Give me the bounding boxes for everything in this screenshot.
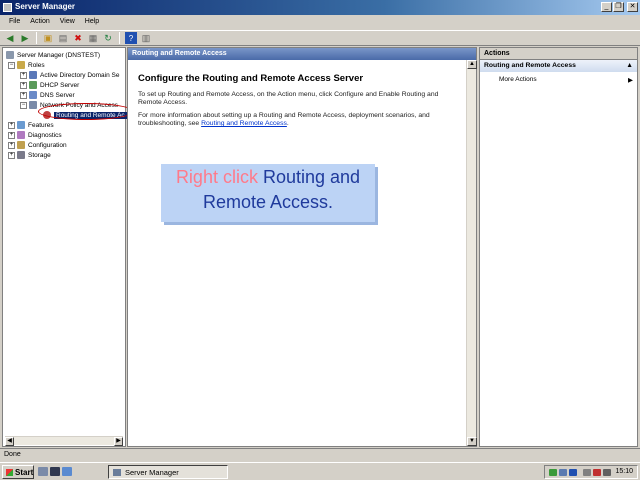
expand-icon[interactable]: +	[20, 81, 27, 89]
actions-header: Actions	[480, 48, 637, 60]
more-actions-item[interactable]: More Actions ▶	[480, 72, 637, 84]
taskbar: Start Server Manager 15:10	[0, 462, 640, 480]
actions-pane: Actions Routing and Remote Access ▲ More…	[479, 47, 638, 447]
status-bar: Done	[0, 448, 640, 461]
volume-icon[interactable]	[603, 469, 611, 476]
result-pane-body: Configure the Routing and Remote Access …	[128, 60, 466, 446]
display-icon[interactable]	[583, 469, 591, 476]
callout-action: Right click	[175, 167, 258, 187]
features-icon	[17, 121, 25, 129]
server-manager-icon	[113, 469, 121, 476]
expand-icon[interactable]: +	[20, 91, 27, 99]
result-pane: Routing and Remote Access Configure the …	[127, 47, 477, 447]
toolbar: ◀ ▶ ▣ ▤ ✖ ▦ ↻ ? ▥	[0, 30, 640, 46]
tree-horizontal-scrollbar[interactable]: ◀ ▶	[5, 436, 123, 446]
roles-icon	[17, 61, 25, 69]
network-policy-icon	[29, 101, 37, 109]
menu-view[interactable]: View	[55, 16, 80, 29]
server-icon	[6, 51, 14, 59]
result-pane-header: Routing and Remote Access	[128, 48, 476, 60]
expand-icon[interactable]: +	[8, 151, 15, 159]
minimize-button[interactable]: _	[601, 2, 612, 12]
back-icon[interactable]: ◀	[4, 32, 16, 44]
toolbar-separator	[119, 32, 120, 44]
explorer-quicklaunch-icon[interactable]	[62, 467, 72, 476]
annotation-circle	[38, 103, 134, 120]
page-title: Configure the Routing and Remote Access …	[138, 73, 364, 84]
expand-icon[interactable]: +	[8, 141, 15, 149]
diagnostics-icon	[17, 131, 25, 139]
clock[interactable]: 15:10	[615, 468, 633, 475]
tree-item-dhcp[interactable]: + DHCP Server	[20, 80, 79, 90]
tree-item-roles[interactable]: − Roles	[8, 60, 45, 70]
active-directory-icon	[29, 71, 37, 79]
tree-item-dns[interactable]: + DNS Server	[20, 90, 75, 100]
scroll-down-icon[interactable]: ▼	[467, 437, 477, 446]
windows-logo-icon	[6, 469, 13, 476]
restore-button[interactable]: ❐	[613, 2, 624, 12]
console-tree-icon[interactable]: ▤	[57, 32, 69, 44]
menu-file[interactable]: File	[4, 16, 25, 29]
collapse-arrow-icon[interactable]: ▲	[626, 62, 633, 70]
refresh-icon[interactable]: ↻	[102, 32, 114, 44]
start-button[interactable]: Start	[2, 465, 34, 479]
server-manager-quicklaunch-icon[interactable]	[38, 467, 48, 476]
tree-item-server-manager[interactable]: Server Manager (DNSTEST)	[6, 50, 100, 60]
system-tray: 15:10	[544, 465, 638, 479]
scroll-left-icon[interactable]: ◀	[5, 437, 14, 446]
collapse-icon[interactable]: −	[8, 61, 15, 69]
server-manager-icon	[3, 3, 12, 12]
tree-item-active-directory[interactable]: + Active Directory Domain Se	[20, 70, 119, 80]
show-hide-icon[interactable]: ▥	[140, 32, 152, 44]
configuration-icon	[17, 141, 25, 149]
more-info-text: For more information about setting up a …	[138, 112, 430, 127]
dns-icon	[29, 91, 37, 99]
properties-icon[interactable]: ▦	[87, 32, 99, 44]
actions-group-rras[interactable]: Routing and Remote Access ▲	[480, 60, 637, 72]
menu-action[interactable]: Action	[25, 16, 54, 29]
forward-icon[interactable]: ▶	[19, 32, 31, 44]
scroll-up-icon[interactable]: ▲	[467, 60, 477, 69]
submenu-arrow-icon: ▶	[628, 77, 633, 84]
security-icon[interactable]	[569, 469, 577, 476]
toolbar-separator	[36, 32, 37, 44]
taskbar-server-manager[interactable]: Server Manager	[108, 465, 228, 479]
network-icon[interactable]	[549, 469, 557, 476]
rras-help-link[interactable]: Routing and Remote Access	[201, 120, 287, 127]
console-tree: Server Manager (DNSTEST) − Roles + Activ…	[2, 47, 134, 447]
delete-icon[interactable]: ✖	[72, 32, 84, 44]
alert-icon[interactable]	[593, 469, 601, 476]
menu-help[interactable]: Help	[80, 16, 104, 29]
title-bar: Server Manager _ ❐ ✕	[0, 0, 640, 15]
collapse-icon[interactable]: −	[20, 101, 27, 109]
sync-icon[interactable]	[559, 469, 567, 476]
tree-item-features[interactable]: + Features	[8, 120, 54, 130]
close-button[interactable]: ✕	[627, 2, 638, 12]
tree-item-storage[interactable]: + Storage	[8, 150, 51, 160]
storage-icon	[17, 151, 25, 159]
tree-item-configuration[interactable]: + Configuration	[8, 140, 67, 150]
window-title: Server Manager	[15, 2, 76, 11]
expand-icon[interactable]: +	[20, 71, 27, 79]
expand-icon[interactable]: +	[8, 131, 15, 139]
powershell-quicklaunch-icon[interactable]	[50, 467, 60, 476]
tree-item-diagnostics[interactable]: + Diagnostics	[8, 130, 62, 140]
instruction-text: To set up Routing and Remote Access, on …	[138, 91, 439, 106]
result-vertical-scrollbar[interactable]: ▲ ▼	[466, 60, 477, 446]
expand-icon[interactable]: +	[8, 121, 15, 129]
up-icon[interactable]: ▣	[42, 32, 54, 44]
tutorial-callout: Right click Routing and Remote Access.	[161, 164, 375, 222]
status-text: Done	[4, 451, 21, 458]
dhcp-icon	[29, 81, 37, 89]
help-icon[interactable]: ?	[125, 32, 137, 44]
menu-bar: File Action View Help	[0, 16, 640, 29]
scroll-right-icon[interactable]: ▶	[114, 437, 123, 446]
